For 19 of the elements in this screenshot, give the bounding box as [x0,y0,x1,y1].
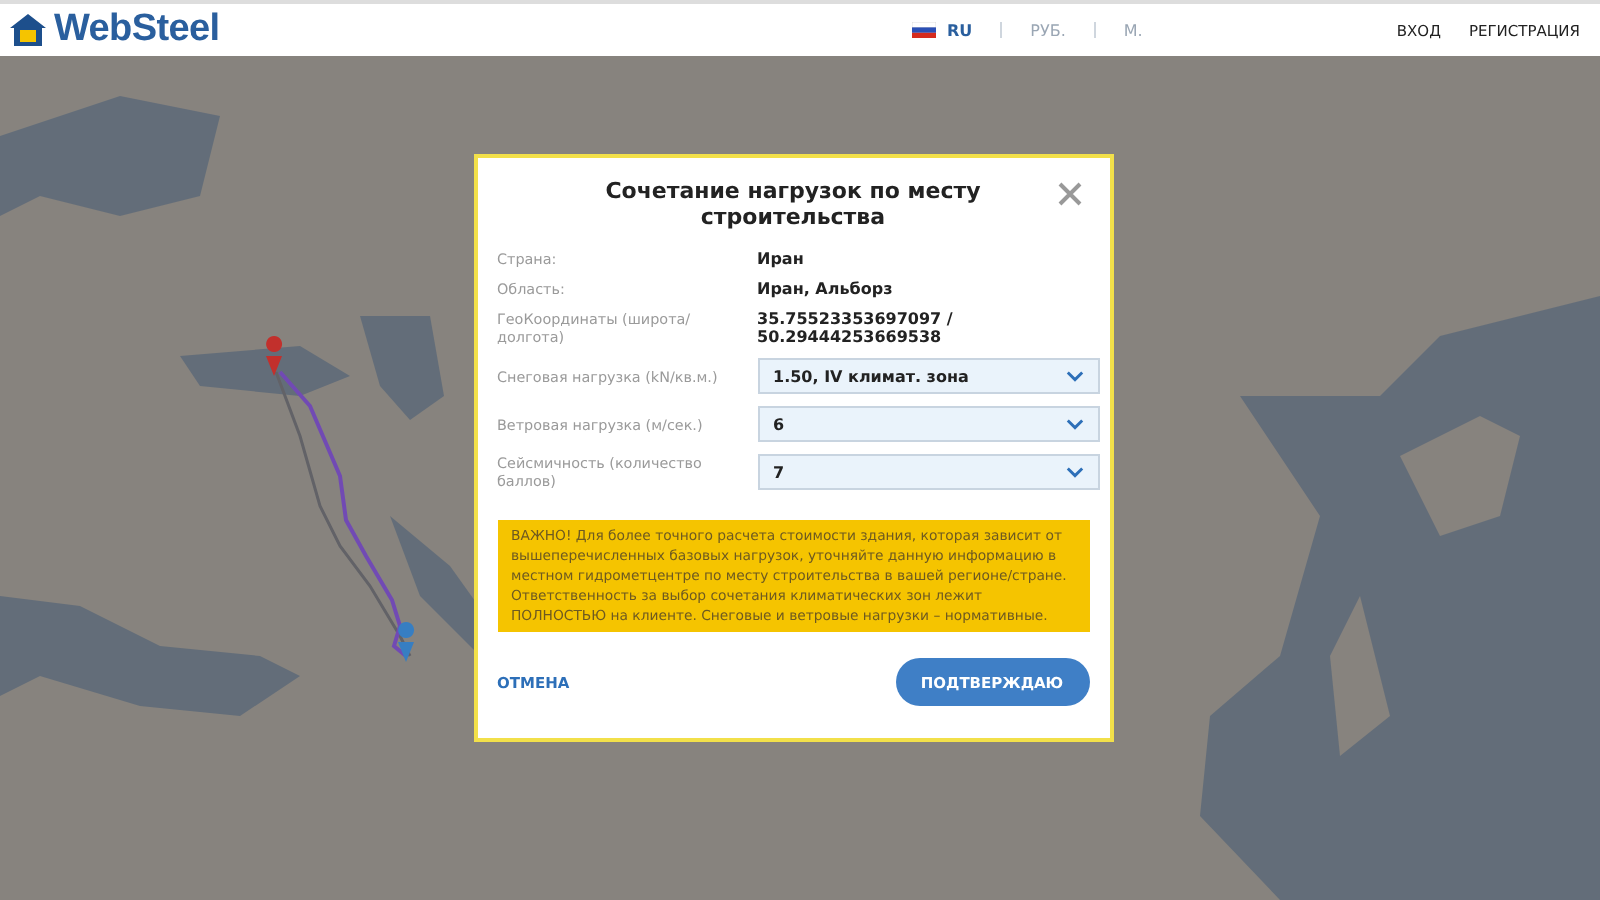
chevron-down-icon [1065,418,1083,430]
dropdown-value: 7 [773,463,785,481]
chevron-down-icon [1065,370,1083,382]
dropdown-value: 1.50, IV климат. зона [773,367,969,385]
flag-icon [911,22,935,38]
logo-text[interactable]: WebSteel [54,8,220,52]
close-button[interactable] [1057,182,1081,206]
field-value: 35.75523353697097 / 50.29444253669538 [757,310,955,346]
dropdown[interactable]: 1.50, IV климат. зона [757,358,1099,394]
close-icon [1057,182,1081,206]
field-value: Иран, Альборз [757,280,895,298]
house-logo-icon [8,12,48,48]
field-value: Иран [757,250,806,268]
chevron-down-icon [1065,466,1083,478]
dialog-title: Сочетание нагрузок по месту строительства [603,178,983,230]
dropdown[interactable]: 6 [757,406,1099,442]
dropdown-value: 6 [773,415,785,433]
dropdown[interactable]: 7 [757,454,1099,490]
language-link[interactable]: RU [947,21,973,39]
